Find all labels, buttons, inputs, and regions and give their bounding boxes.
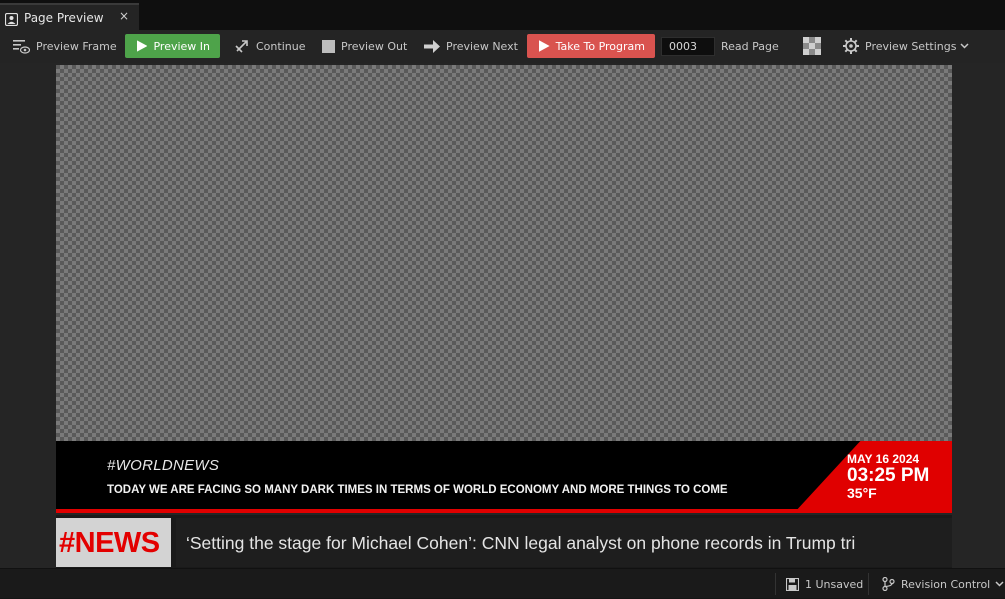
toolbar: Preview Frame Preview In Continue Previe… <box>0 30 1005 63</box>
preview-in-button[interactable]: Preview In <box>125 34 220 58</box>
read-page-button[interactable]: Read Page <box>721 34 779 58</box>
preview-out-label: Preview Out <box>341 39 408 53</box>
play-icon <box>539 40 550 52</box>
continue-icon <box>235 40 248 53</box>
preview-next-button[interactable]: Preview Next <box>424 34 518 58</box>
news-ticker: ‘Setting the stage for Michael Cohen’: C… <box>176 518 952 567</box>
time-label: 03:25 PM <box>847 465 930 486</box>
unsaved-button[interactable]: 1 Unsaved <box>786 569 863 599</box>
branch-icon <box>882 577 895 591</box>
close-icon[interactable]: × <box>119 9 129 23</box>
stop-icon <box>322 39 335 53</box>
status-bar: 1 Unsaved Revision Control <box>0 568 1005 598</box>
revision-control-label: Revision Control <box>901 577 991 591</box>
chevron-down-icon <box>995 581 1004 587</box>
transparency-checkerboard <box>56 65 952 441</box>
preview-frame-label: Preview Frame <box>36 39 117 53</box>
tab-bar: Page Preview × <box>0 0 1005 30</box>
preview-in-label: Preview In <box>153 39 210 53</box>
checkerboard-icon <box>803 37 821 55</box>
preview-settings-label: Preview Settings <box>865 39 957 53</box>
date-label: MAY 16 2024 <box>847 452 920 466</box>
page-preview-icon <box>4 11 19 27</box>
lower-third-headline: TODAY WE ARE FACING SO MANY DARK TIMES I… <box>107 484 728 496</box>
take-to-program-button[interactable]: Take To Program <box>527 34 655 58</box>
news-ticker-text: ‘Setting the stage for Michael Cohen’: C… <box>186 533 856 553</box>
news-tag-label: #NEWS <box>59 527 160 559</box>
temperature-label: 35°F <box>847 485 877 501</box>
news-bar: #NEWS ‘Setting the stage for Michael Coh… <box>56 515 952 568</box>
news-tag: #NEWS <box>56 518 171 567</box>
arrow-right-icon <box>424 39 440 53</box>
preview-frame-button[interactable]: Preview Frame <box>13 34 117 58</box>
preview-frame-icon <box>13 39 30 54</box>
page-number-input[interactable]: 0003 <box>661 37 715 56</box>
continue-label: Continue <box>256 39 306 53</box>
tab-page-preview[interactable]: Page Preview × <box>0 3 139 30</box>
unsaved-label: 1 Unsaved <box>805 577 864 591</box>
preview-next-label: Preview Next <box>446 39 518 53</box>
lower-third-hashtag: #WORLDNEWS <box>107 457 220 474</box>
date-time-block: MAY 16 2024 03:25 PM 35°F <box>847 453 929 500</box>
play-icon <box>137 40 148 52</box>
chevron-down-icon <box>960 43 969 49</box>
checker-toggle-button[interactable] <box>803 34 827 58</box>
take-to-program-label: Take To Program <box>555 39 645 53</box>
revision-control-button[interactable]: Revision Control <box>882 569 1004 599</box>
status-divider <box>868 573 869 595</box>
tab-label: Page Preview <box>24 10 104 25</box>
status-divider <box>775 573 776 595</box>
lower-third-graphic: #WORLDNEWS TODAY WE ARE FACING SO MANY D… <box>56 441 952 513</box>
read-page-label: Read Page <box>721 39 779 53</box>
save-icon <box>786 577 799 591</box>
gear-icon <box>843 38 859 54</box>
continue-button[interactable]: Continue <box>234 34 305 58</box>
preview-settings-button[interactable]: Preview Settings <box>843 34 969 58</box>
preview-out-button[interactable]: Preview Out <box>322 34 407 58</box>
